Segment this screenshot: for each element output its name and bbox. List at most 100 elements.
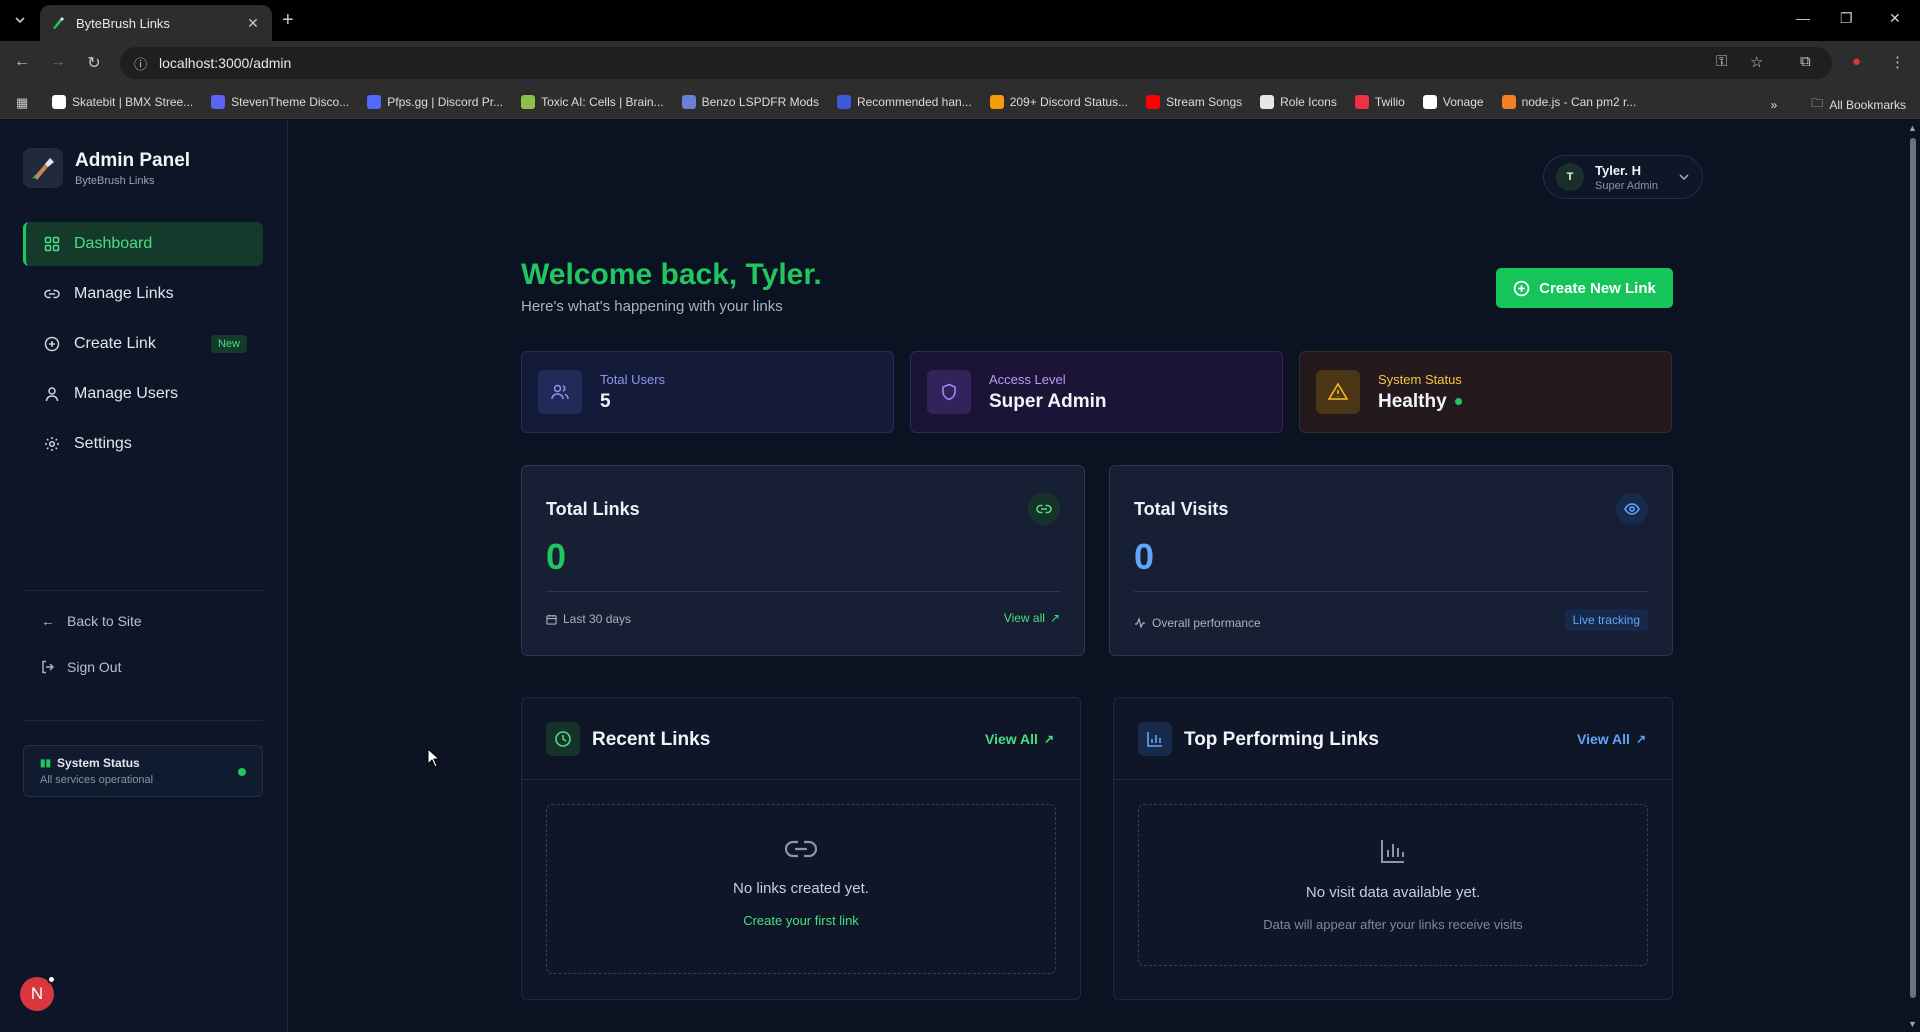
- forward-arrow-icon[interactable]: →: [48, 53, 68, 71]
- all-bookmarks-link[interactable]: All Bookmarks: [1829, 98, 1906, 112]
- sidebar-item-dashboard[interactable]: Dashboard: [23, 222, 263, 266]
- sign-out-link[interactable]: Sign Out: [40, 656, 142, 678]
- notification-avatar[interactable]: N: [20, 975, 56, 1011]
- tab-title: ByteBrush Links: [76, 15, 170, 31]
- panel-title: Top Performing Links: [1184, 729, 1379, 750]
- browser-tab[interactable]: ByteBrush Links ✕: [40, 5, 272, 41]
- recent-links-panel: Recent Links View All ↗ No links created…: [521, 697, 1081, 1000]
- sidebar-item-label: Create Link: [74, 335, 156, 352]
- restore-icon[interactable]: ❐: [1840, 10, 1853, 27]
- brand[interactable]: Admin Panel ByteBrush Links: [23, 148, 190, 188]
- sidebar-item-manage-users[interactable]: Manage Users: [23, 372, 263, 416]
- link-icon: [43, 285, 61, 303]
- sidebar-item-settings[interactable]: Settings: [23, 422, 263, 466]
- secondary-nav: ← Back to Site Sign Out: [40, 610, 142, 702]
- system-status-card: ▮▮ System Status All services operationa…: [23, 745, 263, 797]
- plus-circle-icon: [1513, 280, 1530, 297]
- total-links-card: Total Links 0 Last 30 days View all ↗: [521, 465, 1085, 656]
- card-footer-text: Last 30 days: [563, 612, 632, 626]
- bookmark-item[interactable]: Toxic AI: Cells | Brain...: [521, 94, 664, 109]
- bookmark-item[interactable]: StevenTheme Disco...: [211, 94, 349, 109]
- close-tab-icon[interactable]: ✕: [244, 15, 262, 32]
- bookmark-item[interactable]: Vonage: [1422, 94, 1484, 109]
- chevron-down-icon: [1678, 170, 1690, 188]
- tab-search-button[interactable]: [6, 8, 34, 32]
- url-field[interactable]: ⓘ localhost:3000/admin: [120, 47, 1832, 79]
- menu-kebab-icon[interactable]: ⋮: [1890, 53, 1905, 71]
- bookmark-item[interactable]: Pfps.gg | Discord Pr...: [367, 94, 503, 109]
- apps-grid-icon[interactable]: ▦: [16, 95, 30, 110]
- empty-state: No visit data available yet. Data will a…: [1138, 804, 1648, 966]
- page-scrollbar[interactable]: ▲ ▼: [1906, 120, 1920, 1032]
- avatar-letter: N: [30, 984, 44, 1003]
- view-all-links-link[interactable]: View all ↗: [1004, 611, 1060, 625]
- brush-favicon-icon: [50, 15, 66, 31]
- divider: [1134, 591, 1648, 592]
- user-menu[interactable]: T Tyler. H Super Admin: [1543, 155, 1703, 199]
- profile-icon[interactable]: ●: [1852, 53, 1861, 70]
- plus-circle-icon: [43, 335, 61, 353]
- user-avatar: T: [1556, 163, 1584, 191]
- sidebar-item-manage-links[interactable]: Manage Links: [23, 272, 263, 316]
- scrollbar-thumb[interactable]: [1910, 138, 1916, 998]
- bookmark-item[interactable]: Stream Songs: [1146, 94, 1242, 109]
- stat-label: Access Level: [989, 371, 1066, 387]
- divider: [23, 720, 263, 721]
- browser-tab-bar: ByteBrush Links ✕ + — ❐ ✕: [0, 0, 1920, 41]
- activity-icon: [1134, 617, 1146, 629]
- create-new-link-button[interactable]: Create New Link: [1496, 268, 1673, 308]
- bookmark-star-icon[interactable]: ☆: [1750, 53, 1763, 71]
- password-key-icon[interactable]: ⚿: [1716, 53, 1727, 70]
- back-to-site-link[interactable]: ← Back to Site: [40, 610, 142, 632]
- bar-chart-icon: [1379, 837, 1407, 870]
- bookmark-favicon-icon: [1354, 94, 1369, 109]
- divider: [546, 591, 1060, 592]
- bookmark-favicon-icon: [989, 94, 1004, 109]
- recent-links-view-all-link[interactable]: View All ↗: [985, 731, 1054, 747]
- extensions-icon[interactable]: ⧉: [1800, 53, 1811, 70]
- sidebar-item-label: Dashboard: [74, 235, 153, 252]
- total-users-stat: Total Users 5: [521, 351, 894, 433]
- back-arrow-icon[interactable]: ←: [12, 53, 32, 71]
- back-to-site-label: Back to Site: [67, 613, 142, 629]
- users-icon: [538, 370, 582, 414]
- bookmark-item[interactable]: Skatebit | BMX Stree...: [52, 94, 193, 109]
- reload-icon[interactable]: ↻: [84, 53, 104, 73]
- new-badge: New: [210, 335, 247, 353]
- sidebar-nav: Dashboard Manage Links Create Link New M…: [23, 222, 263, 472]
- total-visits-card: Total Visits 0 Overall performance Live …: [1109, 465, 1673, 656]
- bookmark-item[interactable]: Recommended han...: [836, 94, 972, 109]
- bookmark-favicon-icon: [1501, 94, 1516, 109]
- sidebar-item-label: Settings: [74, 435, 132, 452]
- card-footer-text: Overall performance: [1152, 616, 1261, 630]
- more-bookmarks-icon[interactable]: »: [1771, 98, 1778, 112]
- arrow-up-right-icon: ↗: [1635, 732, 1646, 746]
- page-subtitle: Here's what's happening with your links: [521, 298, 783, 315]
- scroll-down-icon[interactable]: ▼: [1908, 1019, 1917, 1029]
- gear-icon: [43, 435, 61, 453]
- card-title: Total Links: [546, 499, 640, 519]
- bookmark-favicon-icon: [836, 94, 851, 109]
- sidebar-item-label: Manage Users: [74, 385, 179, 402]
- bookmark-item[interactable]: 209+ Discord Status...: [989, 94, 1128, 109]
- bookmark-item[interactable]: Twilio: [1354, 94, 1405, 109]
- clock-icon: [546, 722, 580, 756]
- close-window-icon[interactable]: ✕: [1889, 10, 1901, 27]
- divider: [23, 590, 263, 591]
- sidebar-item-create-link[interactable]: Create Link New: [23, 322, 263, 366]
- empty-text: No visit data available yet.: [1305, 884, 1481, 901]
- create-first-link-link[interactable]: Create your first link: [743, 913, 859, 928]
- new-tab-button[interactable]: +: [282, 10, 294, 30]
- brand-subtitle: ByteBrush Links: [75, 174, 155, 187]
- bookmark-item[interactable]: Role Icons: [1260, 94, 1337, 109]
- stat-label: System Status: [1378, 371, 1462, 387]
- top-links-view-all-link[interactable]: View All ↗: [1577, 731, 1646, 747]
- bookmark-favicon-icon: [367, 94, 382, 109]
- site-info-icon[interactable]: ⓘ: [134, 54, 147, 73]
- bookmark-item[interactable]: Benzo LSPDFR Mods: [681, 94, 819, 109]
- bookmark-item[interactable]: node.js - Can pm2 r...: [1501, 94, 1636, 109]
- bar-chart-icon: [1138, 722, 1172, 756]
- brush-logo-icon: [23, 148, 63, 188]
- minimize-icon[interactable]: —: [1796, 10, 1810, 26]
- scroll-up-icon[interactable]: ▲: [1908, 123, 1917, 133]
